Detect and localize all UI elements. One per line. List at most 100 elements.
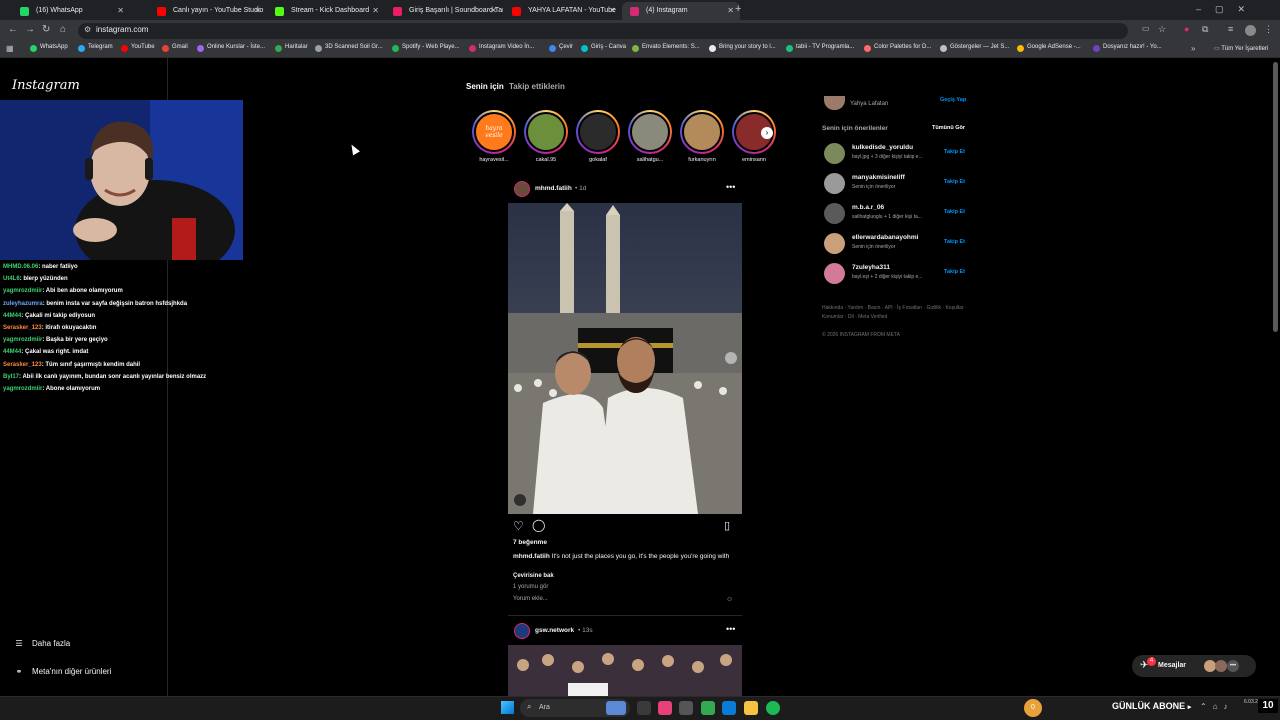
tab-close-icon[interactable]: ✕ bbox=[254, 2, 261, 20]
all-bookmarks-folder[interactable]: ▭ Tüm Yer İşaretleri bbox=[1214, 45, 1268, 52]
caption-author[interactable]: mhmd.fatiih bbox=[513, 553, 550, 560]
post2-options-icon[interactable]: ••• bbox=[726, 624, 735, 634]
bookmark-item[interactable]: YouTube bbox=[121, 44, 155, 52]
comment-icon[interactable]: ◯ bbox=[532, 518, 545, 532]
address-bar[interactable] bbox=[78, 23, 1128, 39]
site-info-icon[interactable]: ⚙ bbox=[84, 25, 91, 34]
window-controls[interactable]: –▢✕ bbox=[1196, 4, 1259, 15]
bookmark-item[interactable]: Google AdSense -... bbox=[1017, 44, 1081, 52]
suggestion-username[interactable]: 7zuleyha311 bbox=[852, 264, 890, 271]
media-icon[interactable]: ≡ bbox=[1228, 24, 1233, 34]
bookmark-item[interactable]: Dosyanız hazır! - Yo... bbox=[1093, 44, 1162, 52]
chrome-icon[interactable] bbox=[701, 701, 715, 715]
task-view-icon[interactable] bbox=[637, 701, 651, 715]
bookmark-item[interactable]: Bring your story to l... bbox=[709, 44, 776, 52]
stories-next-icon[interactable]: › bbox=[761, 127, 773, 139]
story-item[interactable]: hayra vesile hayravesil... bbox=[472, 110, 516, 163]
follow-button[interactable]: Takip Et bbox=[944, 209, 965, 215]
new-tab-button[interactable]: + bbox=[735, 3, 741, 15]
instagram-logo[interactable]: Instagram bbox=[12, 78, 80, 93]
translate-link[interactable]: Çevirisine bak bbox=[513, 573, 554, 579]
menu-dots-icon[interactable]: ⋮ bbox=[1264, 24, 1273, 35]
follow-button[interactable]: Takip Et bbox=[944, 179, 965, 185]
apps-grid-icon[interactable]: ▦ bbox=[6, 44, 14, 53]
switch-account-link[interactable]: Geçiş Yap bbox=[940, 97, 966, 103]
suggestion-username[interactable]: kulkedisde_yoruldu bbox=[852, 144, 913, 151]
tab-following[interactable]: Takip ettiklerin bbox=[509, 82, 565, 91]
suggestion-avatar[interactable] bbox=[824, 173, 845, 194]
windows-start-icon[interactable] bbox=[501, 701, 514, 714]
reload-icon[interactable]: ↻ bbox=[42, 24, 50, 35]
tab-for-you[interactable]: Senin için bbox=[466, 82, 504, 91]
suggestion-username[interactable]: m.b.a.r_06 bbox=[852, 204, 884, 211]
bookmark-star-icon[interactable]: ☆ bbox=[1158, 24, 1166, 35]
weather-widget-icon[interactable]: 0 bbox=[1024, 699, 1042, 717]
file-explorer-icon[interactable] bbox=[744, 701, 758, 715]
story-item[interactable]: furkanuyrın bbox=[680, 110, 724, 163]
url-text[interactable]: instagram.com bbox=[96, 25, 148, 34]
cast-icon[interactable]: ▭ bbox=[1142, 24, 1150, 33]
follow-button[interactable]: Takip Et bbox=[944, 269, 965, 275]
suggestion-avatar[interactable] bbox=[824, 263, 845, 284]
bookmark-item[interactable]: Instagram Video İn... bbox=[469, 44, 534, 52]
story-item[interactable]: salihatgu... bbox=[628, 110, 672, 163]
browser-tab[interactable]: (16) WhatsApp ✕ bbox=[12, 2, 130, 20]
bookmarks-overflow-icon[interactable]: » bbox=[1191, 44, 1195, 53]
follow-button[interactable]: Takip Et bbox=[944, 239, 965, 245]
footer-links[interactable]: Hakkında · Yardım · Basın · API · İş Fır… bbox=[822, 304, 967, 322]
suggestion-avatar[interactable] bbox=[824, 203, 845, 224]
see-all-link[interactable]: Tümünü Gör bbox=[932, 125, 965, 131]
suggestion-username[interactable]: ellerwardabanayohmi bbox=[852, 234, 918, 241]
story-item[interactable]: gokalaf bbox=[576, 110, 620, 163]
post-options-icon[interactable]: ••• bbox=[726, 182, 735, 192]
tab-close-icon[interactable]: ✕ bbox=[117, 2, 124, 20]
bookmark-item[interactable]: tabii - TV Programla... bbox=[786, 44, 854, 52]
post-likes-count[interactable]: 7 beğenme bbox=[513, 539, 547, 546]
post2-author-name[interactable]: gsw.network bbox=[535, 627, 574, 634]
bookmark-item[interactable]: Color Palettes for D... bbox=[864, 44, 931, 52]
post-author-avatar[interactable] bbox=[514, 181, 530, 197]
emoji-icon[interactable]: ☺ bbox=[726, 596, 733, 603]
bookmark-item[interactable]: 3D Scanned Soil Gr... bbox=[315, 44, 383, 52]
post-image[interactable] bbox=[508, 203, 742, 514]
view-comments-link[interactable]: 1 yorumu gör bbox=[513, 584, 548, 590]
back-icon[interactable]: ← bbox=[8, 24, 18, 35]
suggestion-avatar[interactable] bbox=[824, 143, 845, 164]
browser-tab[interactable]: Giriş Başarılı | Soundboard Tarı ✕ bbox=[385, 2, 503, 20]
profile-avatar[interactable] bbox=[1245, 25, 1256, 36]
copilot-icon[interactable] bbox=[658, 701, 672, 715]
extensions-puzzle-icon[interactable]: ⧉ bbox=[1202, 24, 1208, 35]
post2-author-avatar[interactable] bbox=[514, 623, 530, 639]
bookmark-item[interactable]: Envato Elements: S... bbox=[632, 44, 700, 52]
more-menu-item[interactable]: ☰ Daha fazla bbox=[12, 639, 70, 648]
comment-input[interactable]: Yorum ekle... bbox=[513, 596, 738, 606]
bookmark-item[interactable]: WhatsApp bbox=[30, 44, 68, 52]
browser-tab[interactable]: Canlı yayın - YouTube Studio ✕ bbox=[149, 2, 267, 20]
bookmark-item[interactable]: Telegram bbox=[78, 44, 113, 52]
browser-tab[interactable]: YAHYA LAFATAN - YouTube ✕ bbox=[504, 2, 622, 20]
browser-tab[interactable]: Stream - Kick Dashboard ✕ bbox=[267, 2, 385, 20]
extension-icon[interactable]: ● bbox=[1184, 24, 1189, 34]
bookmark-item[interactable]: Giriş - Canva bbox=[581, 44, 626, 52]
system-tray-icons[interactable]: ⌃⌂♪ bbox=[1200, 702, 1234, 711]
follow-button[interactable]: Takip Et bbox=[944, 149, 965, 155]
edge-icon[interactable] bbox=[722, 701, 736, 715]
search-highlight-icon[interactable] bbox=[606, 701, 626, 715]
like-heart-icon[interactable]: ♡ bbox=[513, 519, 524, 533]
forward-icon[interactable]: → bbox=[25, 24, 35, 35]
post-author-name[interactable]: mhmd.fatiih bbox=[535, 185, 572, 192]
tab-close-icon[interactable]: ✕ bbox=[609, 2, 616, 20]
spotify-icon[interactable] bbox=[766, 701, 780, 715]
bookmark-item[interactable]: Spotify - Web Playe... bbox=[392, 44, 460, 52]
bookmark-item[interactable]: Online Kurslar - İste... bbox=[197, 44, 265, 52]
bookmark-item[interactable]: Çevir bbox=[549, 44, 573, 52]
tab-close-icon[interactable]: ✕ bbox=[490, 2, 497, 20]
suggestion-username[interactable]: manyakmisineliff bbox=[852, 174, 905, 181]
browser-tab[interactable]: (4) Instagram ✕ bbox=[622, 2, 740, 20]
suggestion-avatar[interactable] bbox=[824, 233, 845, 254]
post2-image[interactable] bbox=[508, 645, 742, 696]
tab-close-icon[interactable]: ✕ bbox=[727, 2, 734, 20]
bookmark-item[interactable]: Gmail bbox=[162, 44, 188, 52]
tab-close-icon[interactable]: ✕ bbox=[372, 2, 379, 20]
settings-icon[interactable] bbox=[679, 701, 693, 715]
